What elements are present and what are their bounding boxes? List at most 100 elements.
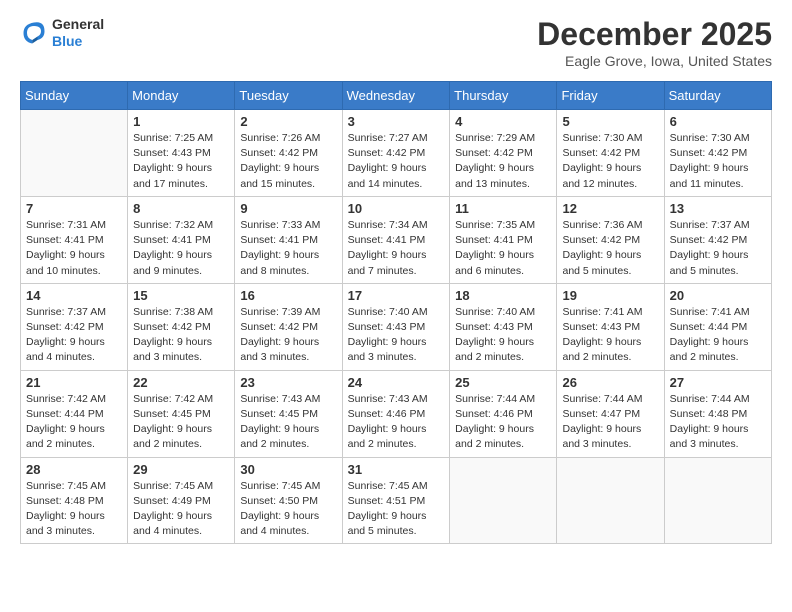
day-number: 9 — [240, 201, 336, 216]
day-info: Sunrise: 7:44 AM Sunset: 4:46 PM Dayligh… — [455, 392, 551, 453]
calendar-cell: 5 Sunrise: 7:30 AM Sunset: 4:42 PM Daylig… — [557, 110, 664, 197]
calendar-cell — [557, 457, 664, 544]
day-info: Sunrise: 7:45 AM Sunset: 4:49 PM Dayligh… — [133, 479, 229, 540]
day-number: 5 — [562, 114, 658, 129]
title-block: December 2025 Eagle Grove, Iowa, United … — [537, 16, 772, 69]
day-info: Sunrise: 7:41 AM Sunset: 4:43 PM Dayligh… — [562, 305, 658, 366]
header-day: Wednesday — [342, 82, 450, 110]
location: Eagle Grove, Iowa, United States — [537, 53, 772, 69]
header-day: Monday — [128, 82, 235, 110]
day-number: 8 — [133, 201, 229, 216]
calendar-cell: 19 Sunrise: 7:41 AM Sunset: 4:43 PM Dayli… — [557, 283, 664, 370]
logo: General Blue — [20, 16, 104, 50]
calendar-cell: 26Sunrise: 7:44 AM Sunset: 4:47 PM Dayli… — [557, 370, 664, 457]
week-row: 1 Sunrise: 7:25 AM Sunset: 4:43 PM Daylig… — [21, 110, 772, 197]
day-info: Sunrise: 7:30 AM Sunset: 4:42 PM Dayligh… — [670, 131, 766, 192]
calendar-cell: 2 Sunrise: 7:26 AM Sunset: 4:42 PM Daylig… — [235, 110, 342, 197]
logo-text: General Blue — [52, 16, 104, 50]
day-number: 7 — [26, 201, 122, 216]
day-info: Sunrise: 7:29 AM Sunset: 4:42 PM Dayligh… — [455, 131, 551, 192]
day-number: 10 — [348, 201, 445, 216]
calendar-cell — [664, 457, 771, 544]
day-number: 1 — [133, 114, 229, 129]
day-info: Sunrise: 7:32 AM Sunset: 4:41 PM Dayligh… — [133, 218, 229, 279]
day-number: 16 — [240, 288, 336, 303]
day-number: 13 — [670, 201, 766, 216]
calendar-cell: 30 Sunrise: 7:45 AM Sunset: 4:50 PM Dayli… — [235, 457, 342, 544]
day-number: 21 — [26, 375, 122, 390]
day-info: Sunrise: 7:42 AM Sunset: 4:44 PM Dayligh… — [26, 392, 122, 453]
day-number: 26 — [562, 375, 658, 390]
week-row: 7 Sunrise: 7:31 AM Sunset: 4:41 PM Daylig… — [21, 196, 772, 283]
calendar-cell: 3 Sunrise: 7:27 AM Sunset: 4:42 PM Daylig… — [342, 110, 450, 197]
calendar-cell: 15 Sunrise: 7:38 AM Sunset: 4:42 PM Dayli… — [128, 283, 235, 370]
day-number: 12 — [562, 201, 658, 216]
calendar-cell: 9 Sunrise: 7:33 AM Sunset: 4:41 PM Daylig… — [235, 196, 342, 283]
calendar-cell: 8 Sunrise: 7:32 AM Sunset: 4:41 PM Daylig… — [128, 196, 235, 283]
calendar-cell: 31Sunrise: 7:45 AM Sunset: 4:51 PM Dayli… — [342, 457, 450, 544]
calendar-cell: 4 Sunrise: 7:29 AM Sunset: 4:42 PM Daylig… — [450, 110, 557, 197]
calendar-cell: 14 Sunrise: 7:37 AM Sunset: 4:42 PM Dayli… — [21, 283, 128, 370]
month-title: December 2025 — [537, 16, 772, 53]
day-info: Sunrise: 7:42 AM Sunset: 4:45 PM Dayligh… — [133, 392, 229, 453]
day-info: Sunrise: 7:41 AM Sunset: 4:44 PM Dayligh… — [670, 305, 766, 366]
day-info: Sunrise: 7:33 AM Sunset: 4:41 PM Dayligh… — [240, 218, 336, 279]
calendar-cell: 23 Sunrise: 7:43 AM Sunset: 4:45 PM Dayli… — [235, 370, 342, 457]
day-info: Sunrise: 7:25 AM Sunset: 4:43 PM Dayligh… — [133, 131, 229, 192]
calendar-cell: 27Sunrise: 7:44 AM Sunset: 4:48 PM Dayli… — [664, 370, 771, 457]
calendar-cell: 1 Sunrise: 7:25 AM Sunset: 4:43 PM Daylig… — [128, 110, 235, 197]
day-info: Sunrise: 7:44 AM Sunset: 4:48 PM Dayligh… — [670, 392, 766, 453]
day-number: 17 — [348, 288, 445, 303]
calendar-cell — [21, 110, 128, 197]
calendar-cell: 12Sunrise: 7:36 AM Sunset: 4:42 PM Dayli… — [557, 196, 664, 283]
week-row: 28Sunrise: 7:45 AM Sunset: 4:48 PM Dayli… — [21, 457, 772, 544]
day-info: Sunrise: 7:35 AM Sunset: 4:41 PM Dayligh… — [455, 218, 551, 279]
day-number: 15 — [133, 288, 229, 303]
day-number: 22 — [133, 375, 229, 390]
day-number: 3 — [348, 114, 445, 129]
day-number: 30 — [240, 462, 336, 477]
day-number: 28 — [26, 462, 122, 477]
day-info: Sunrise: 7:45 AM Sunset: 4:51 PM Dayligh… — [348, 479, 445, 540]
day-number: 19 — [562, 288, 658, 303]
calendar-cell: 28Sunrise: 7:45 AM Sunset: 4:48 PM Dayli… — [21, 457, 128, 544]
calendar-cell: 22 Sunrise: 7:42 AM Sunset: 4:45 PM Dayli… — [128, 370, 235, 457]
day-number: 2 — [240, 114, 336, 129]
calendar-cell: 29 Sunrise: 7:45 AM Sunset: 4:49 PM Dayli… — [128, 457, 235, 544]
day-info: Sunrise: 7:34 AM Sunset: 4:41 PM Dayligh… — [348, 218, 445, 279]
calendar-cell: 21 Sunrise: 7:42 AM Sunset: 4:44 PM Dayli… — [21, 370, 128, 457]
day-number: 29 — [133, 462, 229, 477]
day-info: Sunrise: 7:31 AM Sunset: 4:41 PM Dayligh… — [26, 218, 122, 279]
day-info: Sunrise: 7:40 AM Sunset: 4:43 PM Dayligh… — [455, 305, 551, 366]
day-info: Sunrise: 7:43 AM Sunset: 4:45 PM Dayligh… — [240, 392, 336, 453]
calendar-cell: 11 Sunrise: 7:35 AM Sunset: 4:41 PM Dayli… — [450, 196, 557, 283]
header-day: Saturday — [664, 82, 771, 110]
day-info: Sunrise: 7:27 AM Sunset: 4:42 PM Dayligh… — [348, 131, 445, 192]
day-number: 14 — [26, 288, 122, 303]
calendar-cell: 13Sunrise: 7:37 AM Sunset: 4:42 PM Dayli… — [664, 196, 771, 283]
header-day: Sunday — [21, 82, 128, 110]
day-number: 24 — [348, 375, 445, 390]
day-info: Sunrise: 7:26 AM Sunset: 4:42 PM Dayligh… — [240, 131, 336, 192]
calendar-cell: 7 Sunrise: 7:31 AM Sunset: 4:41 PM Daylig… — [21, 196, 128, 283]
day-number: 11 — [455, 201, 551, 216]
calendar-table: SundayMondayTuesdayWednesdayThursdayFrid… — [20, 81, 772, 544]
day-number: 23 — [240, 375, 336, 390]
day-info: Sunrise: 7:37 AM Sunset: 4:42 PM Dayligh… — [26, 305, 122, 366]
header-row: SundayMondayTuesdayWednesdayThursdayFrid… — [21, 82, 772, 110]
calendar-cell: 16 Sunrise: 7:39 AM Sunset: 4:42 PM Dayli… — [235, 283, 342, 370]
day-info: Sunrise: 7:39 AM Sunset: 4:42 PM Dayligh… — [240, 305, 336, 366]
day-info: Sunrise: 7:43 AM Sunset: 4:46 PM Dayligh… — [348, 392, 445, 453]
calendar-cell: 18Sunrise: 7:40 AM Sunset: 4:43 PM Dayli… — [450, 283, 557, 370]
header-day: Tuesday — [235, 82, 342, 110]
header-day: Thursday — [450, 82, 557, 110]
day-info: Sunrise: 7:45 AM Sunset: 4:50 PM Dayligh… — [240, 479, 336, 540]
day-info: Sunrise: 7:38 AM Sunset: 4:42 PM Dayligh… — [133, 305, 229, 366]
day-info: Sunrise: 7:30 AM Sunset: 4:42 PM Dayligh… — [562, 131, 658, 192]
day-number: 4 — [455, 114, 551, 129]
day-number: 20 — [670, 288, 766, 303]
calendar-cell: 24 Sunrise: 7:43 AM Sunset: 4:46 PM Dayli… — [342, 370, 450, 457]
calendar-cell: 20 Sunrise: 7:41 AM Sunset: 4:44 PM Dayli… — [664, 283, 771, 370]
day-number: 6 — [670, 114, 766, 129]
calendar-cell: 10 Sunrise: 7:34 AM Sunset: 4:41 PM Dayli… — [342, 196, 450, 283]
